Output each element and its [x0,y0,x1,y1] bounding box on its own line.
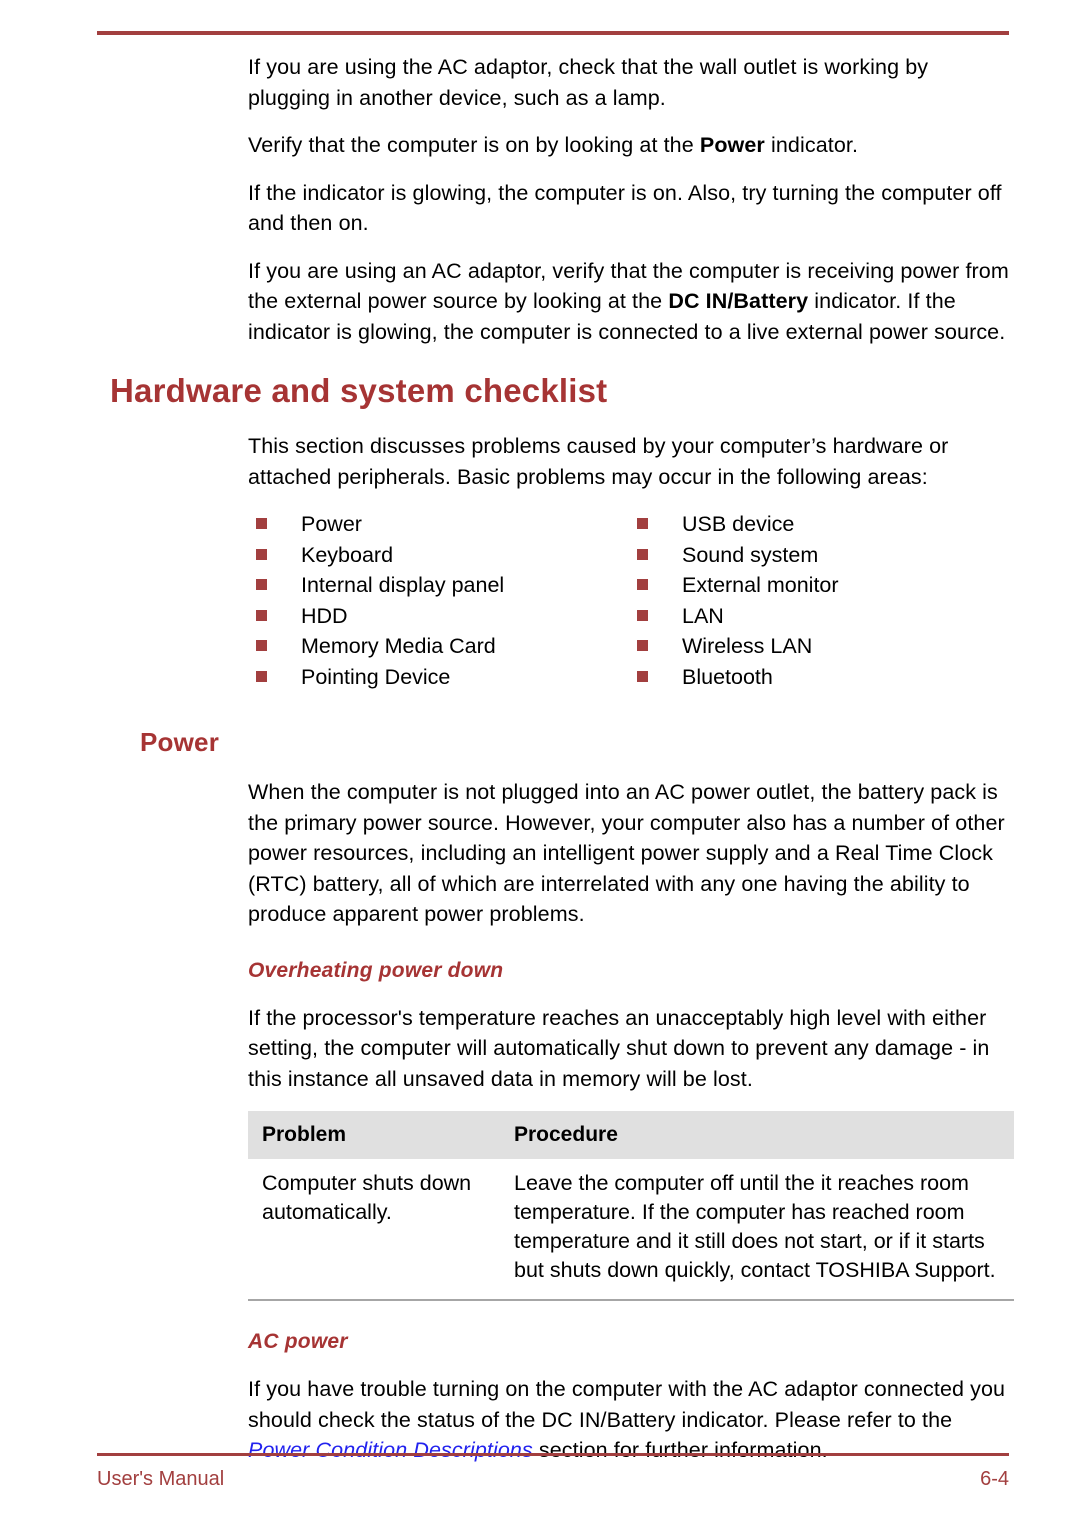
square-bullet-icon [637,518,648,529]
checklist-item-label: Power [301,512,362,536]
checklist-areas: Power Keyboard Internal display panel HD… [0,509,1080,694]
square-bullet-icon [256,518,267,529]
checklist-item-label: Pointing Device [301,664,451,689]
list-item: Bluetooth [637,662,839,693]
paragraph-power-sources: When the computer is not plugged into an… [248,777,1014,930]
list-item: LAN [637,601,839,632]
cell-problem: Computer shuts down automatically. [248,1159,500,1301]
paragraph-text-tail: indicator. [764,133,859,157]
list-item: Pointing Device [256,662,504,693]
ac-power-body: If you have trouble turning on the compu… [248,1374,1014,1466]
subsection-heading-power: Power [140,727,220,757]
list-item: USB device [637,509,839,540]
header-rule [97,31,1009,35]
checklist-item-label: Internal display panel [301,573,505,597]
paragraph-text: If the indicator is glowing, the compute… [248,180,1002,236]
checklist-item-label: Bluetooth [682,664,773,689]
square-bullet-icon [637,548,648,560]
checklist-column-right: USB device Sound system External monitor… [637,509,839,692]
square-bullet-icon [256,548,267,560]
list-item: External monitor [637,570,839,601]
checklist-item-label: LAN [682,603,724,628]
power-section-body: When the computer is not plugged into an… [248,777,1014,930]
checklist-item-label: Keyboard [301,542,394,567]
problem-procedure-table-wrapper: Problem Procedure Computer shuts down au… [248,1111,1014,1301]
manual-page: If you are using the AC adaptor, check t… [0,0,1080,1521]
paragraph-indicator-glowing: If the indicator is glowing, the compute… [248,178,1014,239]
list-item: Wireless LAN [637,631,839,662]
checklist-column-left: Power Keyboard Internal display panel HD… [256,509,504,692]
checklist-item-label: External monitor [682,573,839,597]
emphasis-power: Power [699,133,765,157]
link-power-condition-descriptions[interactable]: Power Condition Descriptions [248,1438,533,1462]
paragraph-ac-adaptor-wall-outlet: If you are using the AC adaptor, check t… [248,52,1014,113]
list-item: HDD [256,601,504,632]
checklist-item-label: USB device [682,512,795,536]
paragraph-text: This section discusses problems caused b… [248,434,949,489]
paragraph-overheating: If the processor's temperature reaches a… [248,1003,1014,1095]
paragraph-text: If you have trouble turning on the compu… [248,1377,1006,1432]
table-body: Computer shuts down automatically. Leave… [248,1159,1014,1301]
overheating-body: If the processor's temperature reaches a… [248,1003,1014,1095]
column-header-problem: Problem [248,1111,500,1159]
square-bullet-icon [256,640,267,651]
problem-procedure-table: Problem Procedure Computer shuts down au… [248,1111,1014,1301]
checklist-item-label: Wireless LAN [682,634,813,658]
footer-rule [97,1453,1009,1456]
table-header-row: Problem Procedure [248,1111,1014,1159]
table-header: Problem Procedure [248,1111,1014,1159]
paragraph-text: When the computer is not plugged into an… [248,780,1005,926]
footer-manual-label: User's Manual [97,1468,225,1490]
square-bullet-icon [637,670,648,682]
page-footer: User's Manual 6-4 [97,1468,1009,1491]
cell-procedure: Leave the computer off until the it reac… [500,1159,1014,1301]
page-content: If you are using the AC adaptor, check t… [0,52,1080,1483]
paragraph-text-tail: section for further information. [532,1438,828,1462]
list-item: Memory Media Card [256,631,504,662]
checklist-item-label: HDD [301,603,348,628]
paragraph-text: If the processor's temperature reaches a… [248,1005,990,1091]
list-item: Internal display panel [256,570,504,601]
subsection-heading-ac-power: AC power [248,1330,348,1353]
square-bullet-icon [637,640,648,651]
list-item: Power [256,509,504,540]
subsection-heading-overheating-power-down: Overheating power down [248,958,504,982]
square-bullet-icon [256,579,267,590]
paragraph-verify-power-indicator: Verify that the computer is on by lookin… [248,130,1014,161]
intro-paragraphs: If you are using the AC adaptor, check t… [248,52,1014,347]
square-bullet-icon [637,609,648,621]
section-heading-hardware-and-system-checklist: Hardware and system checklist [110,372,608,409]
table-row: Computer shuts down automatically. Leave… [248,1159,1014,1301]
list-item: Keyboard [256,540,504,571]
checklist-item-label: Memory Media Card [301,634,496,658]
paragraph-text: If you are using the AC adaptor, check t… [248,55,929,110]
square-bullet-icon [637,579,648,590]
footer-page-number: 6-4 [980,1468,1009,1490]
paragraph-dc-in-battery: If you are using an AC adaptor, verify t… [248,256,1014,348]
paragraph-ac-power: If you have trouble turning on the compu… [248,1374,1014,1466]
emphasis-dc-in-battery: DC IN/Battery [668,289,809,313]
paragraph-section-intro: This section discusses problems caused b… [248,431,1014,492]
section-intro: This section discusses problems caused b… [248,431,1014,492]
checklist-item-label: Sound system [682,542,819,567]
square-bullet-icon [256,609,267,621]
paragraph-text: Verify that the computer is on by lookin… [248,133,700,157]
square-bullet-icon [256,670,267,682]
list-item: Sound system [637,540,839,571]
column-header-procedure: Procedure [500,1111,1014,1159]
